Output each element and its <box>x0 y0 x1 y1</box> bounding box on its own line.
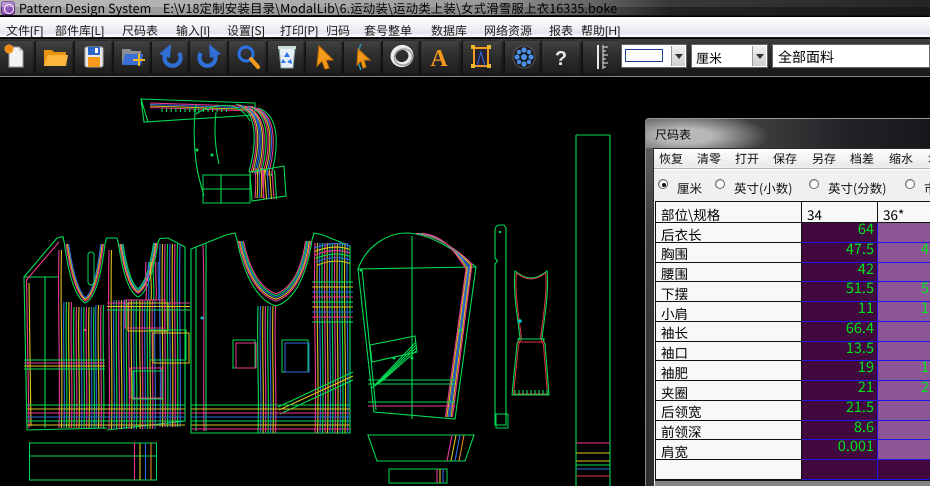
svg-text:?: ? <box>555 48 567 70</box>
svg-text:A: A <box>430 46 448 72</box>
